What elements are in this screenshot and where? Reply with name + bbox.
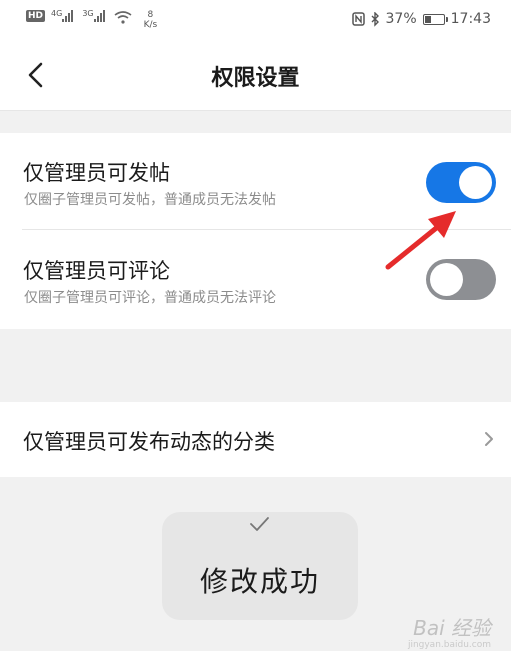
status-bar-right: 37% 17:43 <box>351 11 491 27</box>
setting-description: 仅圈子管理员可发帖，普通成员无法发帖 <box>24 192 276 208</box>
battery-level <box>424 15 431 23</box>
watermark-subtext: jingyan.baidu.com <box>407 640 491 650</box>
toast-message: 修改成功 <box>199 565 320 598</box>
battery-icon <box>422 13 448 25</box>
bluetooth-icon <box>371 11 379 27</box>
network-4g-label: 4G <box>51 9 63 18</box>
annotation-arrow-icon <box>385 211 456 270</box>
status-bar-left: HD 4G 3G 8 K/s <box>26 10 157 30</box>
signal-icon <box>62 10 76 22</box>
wifi-icon <box>114 11 132 24</box>
chevron-right-icon <box>485 432 493 446</box>
signal-icon <box>93 10 108 22</box>
toggle-knob <box>459 166 492 199</box>
nav-item-label: 仅管理员可发布动态的分类 <box>23 430 275 454</box>
setting-title: 仅管理员可评论 <box>23 259 170 283</box>
header: 权限设置 <box>0 40 511 111</box>
category-settings-group: 仅管理员可发布动态的分类 <box>0 402 511 477</box>
toast: 修改成功 <box>162 512 358 620</box>
nfc-icon <box>351 12 365 26</box>
setting-description: 仅圈子管理员可评论，普通成员无法评论 <box>24 290 276 306</box>
speed-unit: K/s <box>143 20 158 30</box>
clock-time: 17:43 <box>450 11 491 27</box>
watermark-text: Bai 经验 <box>413 616 491 640</box>
setting-title: 仅管理员可发帖 <box>23 161 170 185</box>
signal-3g: 3G <box>82 10 107 22</box>
status-bar: HD 4G 3G 8 K/s 37% 17:43 <box>0 0 511 40</box>
network-speed: 8 K/s <box>144 10 158 30</box>
hd-badge: HD <box>26 10 46 22</box>
network-3g-label: 3G <box>82 9 94 18</box>
signal-4g: 4G <box>51 10 76 22</box>
page-title: 权限设置 <box>211 66 300 91</box>
admin-only-post-toggle[interactable] <box>426 162 496 203</box>
speed-value: 8 <box>147 10 154 20</box>
battery-percent: 37% <box>385 11 417 27</box>
admin-only-category-nav-item[interactable]: 仅管理员可发布动态的分类 <box>0 402 511 477</box>
check-icon <box>250 517 269 531</box>
